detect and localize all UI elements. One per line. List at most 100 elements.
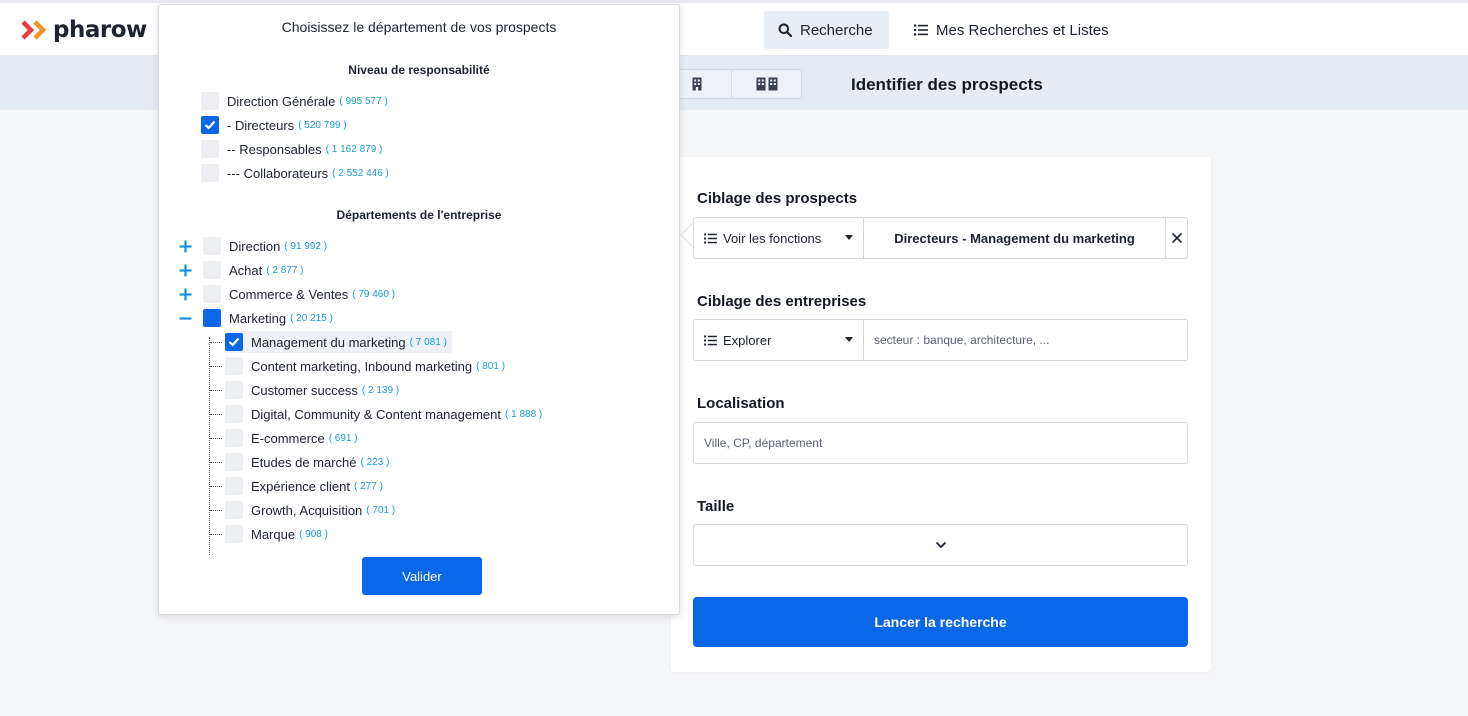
- department-option[interactable]: Commerce & Ventes( 79 460 ): [203, 283, 395, 305]
- prospects-section-title: Ciblage des prospects: [697, 190, 858, 207]
- option-count: ( 79 460 ): [352, 288, 396, 300]
- expand-icon[interactable]: [178, 263, 192, 277]
- search-card: Ciblage des prospects Voir les fonctions…: [671, 157, 1211, 672]
- companies-section-title: Ciblage des entreprises: [697, 293, 867, 310]
- checkbox[interactable]: [225, 333, 243, 351]
- clear-selection-button[interactable]: [1165, 218, 1187, 258]
- checkbox[interactable]: [201, 164, 219, 182]
- checkbox[interactable]: [203, 237, 221, 255]
- tree-branch-line: [210, 414, 222, 415]
- option-label: Content marketing, Inbound marketing: [251, 358, 473, 374]
- view-toggle-group: [660, 69, 802, 99]
- sub-department-option[interactable]: Management du marketing( 7 081 ): [225, 331, 452, 353]
- level-option[interactable]: Direction Générale( 995 577 ): [201, 90, 388, 112]
- checkbox[interactable]: [203, 261, 221, 279]
- location-section-title: Localisation: [697, 395, 785, 412]
- checkbox[interactable]: [201, 92, 219, 110]
- checkbox[interactable]: [203, 309, 221, 327]
- option-label: Direction: [229, 238, 281, 254]
- size-select[interactable]: [693, 524, 1188, 566]
- sub-department-option[interactable]: Customer success( 2 139 ): [225, 379, 399, 401]
- expand-icon[interactable]: [178, 287, 192, 301]
- location-input[interactable]: [694, 423, 1187, 463]
- checkbox[interactable]: [225, 477, 243, 495]
- sub-department-option[interactable]: Growth, Acquisition( 701 ): [225, 499, 395, 521]
- checkbox[interactable]: [225, 525, 243, 543]
- building-icon: [692, 77, 701, 91]
- option-count: ( 1 888 ): [505, 408, 543, 420]
- tree-branch-line: [210, 366, 222, 367]
- option-count: ( 277 ): [354, 480, 383, 492]
- checkbox[interactable]: [225, 405, 243, 423]
- option-count: ( 701 ): [366, 504, 396, 516]
- option-label: Etudes de marché: [251, 454, 357, 470]
- departments-heading: Départements de l'entreprise: [336, 208, 502, 222]
- checkmark-icon: [228, 337, 240, 347]
- collapse-icon[interactable]: [178, 311, 192, 325]
- sub-department-option[interactable]: Marque( 908 ): [225, 523, 328, 545]
- option-count: ( 995 577 ): [339, 95, 388, 107]
- checkbox[interactable]: [225, 453, 243, 471]
- department-option[interactable]: Marketing( 20 215 ): [203, 307, 333, 329]
- department-option[interactable]: Achat( 2 877 ): [203, 259, 304, 281]
- companies-filter-field: Explorer: [693, 319, 1188, 361]
- department-option[interactable]: Direction( 91 992 ): [203, 235, 327, 257]
- option-count: ( 20 215 ): [290, 312, 333, 324]
- nav-lists-button[interactable]: Mes Recherches et Listes: [914, 11, 1109, 49]
- option-label: Achat: [229, 262, 263, 278]
- nav-search-button[interactable]: Recherche: [764, 11, 889, 49]
- option-label: --- Collaborateurs: [227, 165, 329, 181]
- logo-wordmark: pharow: [53, 17, 147, 43]
- checkbox[interactable]: [225, 381, 243, 399]
- explorer-dropdown[interactable]: Explorer: [694, 320, 864, 360]
- tree-branch-line: [210, 486, 222, 487]
- sub-department-option[interactable]: Digital, Community & Content management(…: [225, 403, 542, 425]
- option-count: ( 908 ): [299, 528, 328, 540]
- search-icon: [778, 23, 792, 37]
- selected-functions-value[interactable]: Directeurs - Management du marketing: [864, 231, 1165, 246]
- checkbox[interactable]: [225, 501, 243, 519]
- validate-button[interactable]: Valider: [362, 557, 482, 595]
- option-count: ( 223 ): [360, 456, 390, 468]
- option-label: -- Responsables: [227, 141, 322, 157]
- checkbox[interactable]: [225, 429, 243, 447]
- checkbox[interactable]: [203, 285, 221, 303]
- tree-connector-line: [209, 337, 210, 555]
- option-label: Expérience client: [251, 478, 350, 494]
- checkbox[interactable]: [201, 116, 219, 134]
- option-count: ( 2 877 ): [266, 264, 304, 276]
- option-label: Commerce & Ventes: [229, 286, 349, 302]
- tree-branch-line: [210, 510, 222, 511]
- option-label: Marketing: [229, 310, 287, 326]
- expand-icon[interactable]: [178, 239, 192, 253]
- prospects-filter-field: Voir les fonctions Directeurs - Manageme…: [693, 217, 1188, 259]
- nav-lists-label: Mes Recherches et Listes: [936, 21, 1109, 39]
- level-option[interactable]: -- Responsables( 1 162 879 ): [201, 138, 382, 160]
- sub-department-option[interactable]: E-commerce( 691 ): [225, 427, 358, 449]
- sub-department-option[interactable]: Expérience client ( 277 ): [225, 475, 383, 497]
- checkbox[interactable]: [201, 140, 219, 158]
- launch-search-button[interactable]: Lancer la recherche: [693, 597, 1188, 647]
- level-option[interactable]: - Directeurs( 520 799 ): [201, 114, 347, 136]
- tree-branch-line: [210, 534, 222, 535]
- list-icon: [914, 24, 928, 36]
- functions-dropdown-label: Voir les fonctions: [723, 230, 822, 246]
- option-label: Digital, Community & Content management: [251, 406, 502, 422]
- functions-dropdown[interactable]: Voir les fonctions: [694, 218, 864, 258]
- view-toggle-companies[interactable]: [731, 70, 801, 98]
- pharow-logo[interactable]: pharow: [20, 17, 147, 43]
- level-option[interactable]: --- Collaborateurs( 2 552 446 ): [201, 162, 389, 184]
- checkbox[interactable]: [225, 357, 243, 375]
- location-field: [693, 422, 1188, 464]
- option-count: ( 91 992 ): [284, 240, 328, 252]
- option-label: E-commerce: [251, 430, 325, 446]
- option-count: ( 1 162 879 ): [325, 143, 383, 155]
- option-count: ( 7 081 ): [409, 336, 447, 348]
- option-count: ( 801 ): [476, 360, 506, 372]
- tree-branch-line: [210, 462, 222, 463]
- size-section-title: Taille: [697, 498, 735, 515]
- sub-department-option[interactable]: Content marketing, Inbound marketing( 80…: [225, 355, 505, 377]
- sub-department-option[interactable]: Etudes de marché( 223 ): [225, 451, 389, 473]
- chevron-down-icon: [935, 541, 946, 549]
- sector-search-input[interactable]: [864, 320, 1187, 360]
